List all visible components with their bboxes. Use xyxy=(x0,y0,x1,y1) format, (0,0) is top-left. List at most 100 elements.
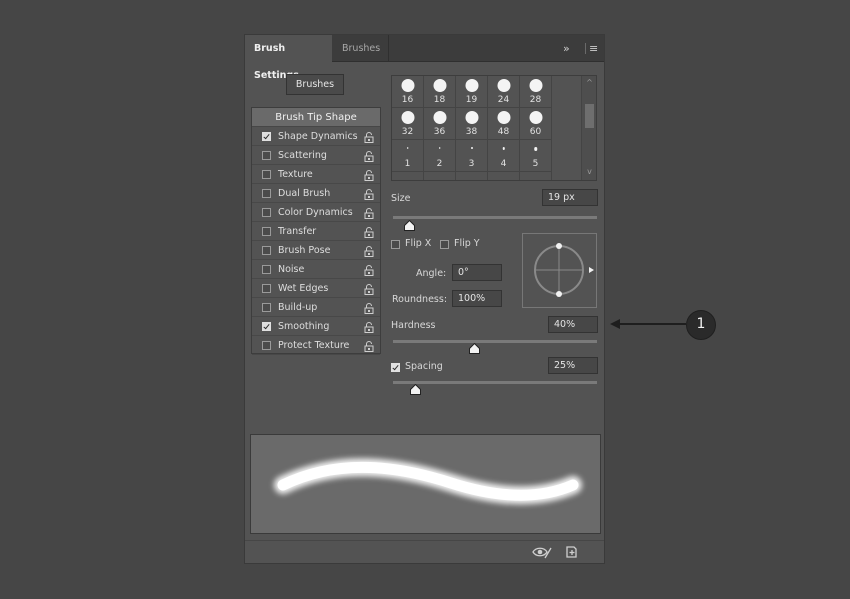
lock-icon[interactable] xyxy=(364,226,374,238)
brush-tip-thumbnail xyxy=(433,79,446,92)
angle-field[interactable]: 0° xyxy=(452,264,502,281)
spacing-label: Spacing xyxy=(405,361,443,372)
brush-preset-38[interactable]: 38 xyxy=(456,108,488,140)
option-scattering[interactable]: Scattering xyxy=(252,146,380,165)
brush-preset-4[interactable]: 4 xyxy=(488,140,520,172)
spacing-field[interactable]: 25% xyxy=(548,357,598,374)
noise-checkbox[interactable] xyxy=(262,265,271,274)
option-wet-edges[interactable]: Wet Edges xyxy=(252,279,380,298)
lock-icon[interactable] xyxy=(364,150,374,162)
size-field[interactable]: 19 px xyxy=(542,189,598,206)
brush-preset-60[interactable]: 60 xyxy=(520,108,552,140)
brush-tip-thumbnail xyxy=(470,147,473,149)
protect-texture-checkbox[interactable] xyxy=(262,341,271,350)
option-build-up[interactable]: Build-up xyxy=(252,298,380,317)
brush-preset-24[interactable]: 24 xyxy=(488,76,520,108)
brush-options-list: Brush Tip Shape Shape Dynamics Scattering T… xyxy=(251,107,381,355)
brush-preset-grid: 5 4 3 2 1 60 48 38 36 32 28 24 19 18 16 ^ v xyxy=(391,75,597,181)
brush-preset-36[interactable]: 36 xyxy=(424,108,456,140)
spacing-checkbox[interactable] xyxy=(391,363,400,372)
smoothing-checkbox[interactable] xyxy=(262,322,271,331)
lock-icon[interactable] xyxy=(364,283,374,295)
shape-dynamics-checkbox[interactable] xyxy=(262,132,271,141)
option-label: Dual Brush xyxy=(278,188,331,199)
hardness-field[interactable]: 40% xyxy=(548,316,598,333)
hardness-slider-track[interactable] xyxy=(393,340,597,343)
brush-preset-32[interactable]: 32 xyxy=(392,108,424,140)
preset-scrollbar[interactable]: ^ v xyxy=(581,76,596,180)
lock-icon[interactable] xyxy=(364,245,374,257)
brush-preset-partial[interactable] xyxy=(520,172,552,180)
dual-brush-checkbox[interactable] xyxy=(262,189,271,198)
hardness-slider-knob[interactable] xyxy=(469,343,481,354)
brush-preset-28[interactable]: 28 xyxy=(520,76,552,108)
lock-icon[interactable] xyxy=(364,207,374,219)
spacing-slider-track[interactable] xyxy=(393,381,597,384)
brush-size-label: 38 xyxy=(465,127,478,137)
option-dual-brush[interactable]: Dual Brush xyxy=(252,184,380,203)
tab-brush-settings[interactable]: Brush Settings xyxy=(245,35,332,81)
create-new-brush-icon[interactable] xyxy=(565,545,578,559)
tab-brushes[interactable]: Brushes xyxy=(333,35,389,62)
lock-icon[interactable] xyxy=(364,131,374,143)
size-slider-knob[interactable] xyxy=(403,220,415,231)
option-shape-dynamics[interactable]: Shape Dynamics xyxy=(252,127,380,146)
option-transfer[interactable]: Transfer xyxy=(252,222,380,241)
toggle-live-tip-preview-icon[interactable] xyxy=(532,545,552,559)
brush-preset-48[interactable]: 48 xyxy=(488,108,520,140)
option-smoothing[interactable]: Smoothing xyxy=(252,317,380,336)
brush-size-label: 28 xyxy=(529,95,542,105)
brushes-button[interactable]: Brushes xyxy=(286,74,344,95)
brush-preset-16[interactable]: 16 xyxy=(392,76,424,108)
option-brush-pose[interactable]: Brush Pose xyxy=(252,241,380,260)
brush-size-label: 16 xyxy=(401,95,414,105)
size-slider-track[interactable] xyxy=(393,216,597,219)
brush-preset-18[interactable]: 18 xyxy=(424,76,456,108)
callout-number-badge: 1 xyxy=(686,310,716,340)
scroll-thumb[interactable] xyxy=(585,104,594,128)
brush-pose-checkbox[interactable] xyxy=(262,246,271,255)
wet-edges-checkbox[interactable] xyxy=(262,284,271,293)
option-label: Noise xyxy=(278,264,305,275)
color-dynamics-checkbox[interactable] xyxy=(262,208,271,217)
flip-x-checkbox[interactable] xyxy=(391,240,400,249)
scattering-checkbox[interactable] xyxy=(262,151,271,160)
option-noise[interactable]: Noise xyxy=(252,260,380,279)
collapse-panel-icon[interactable]: » xyxy=(563,35,570,62)
brush-preset-partial[interactable] xyxy=(424,172,456,180)
angle-roundness-widget[interactable] xyxy=(522,233,597,308)
roundness-field[interactable]: 100% xyxy=(452,290,502,307)
option-color-dynamics[interactable]: Color Dynamics xyxy=(252,203,380,222)
brush-preset-5[interactable]: 5 xyxy=(520,140,552,172)
lock-icon[interactable] xyxy=(364,302,374,314)
brush-preset-partial[interactable] xyxy=(392,172,424,180)
option-label: Brush Pose xyxy=(278,245,331,256)
panel-menu-icon[interactable]: ≡ xyxy=(589,35,598,62)
brush-preset-2[interactable]: 2 xyxy=(424,140,456,172)
brush-preset-partial[interactable] xyxy=(488,172,520,180)
brush-size-label: 18 xyxy=(433,95,446,105)
brush-preset-1[interactable]: 1 xyxy=(392,140,424,172)
scroll-down-icon[interactable]: v xyxy=(585,168,594,176)
brush-preset-19[interactable]: 19 xyxy=(456,76,488,108)
option-brush-tip-shape[interactable]: Brush Tip Shape xyxy=(252,108,380,127)
option-protect-texture[interactable]: Protect Texture xyxy=(252,336,380,355)
lock-icon[interactable] xyxy=(364,264,374,276)
flip-y-checkbox[interactable] xyxy=(440,240,449,249)
option-texture[interactable]: Texture xyxy=(252,165,380,184)
texture-checkbox[interactable] xyxy=(262,170,271,179)
build-up-checkbox[interactable] xyxy=(262,303,271,312)
brush-preset-partial[interactable] xyxy=(456,172,488,180)
brush-size-label: 5 xyxy=(532,159,539,169)
brush-preset-3[interactable]: 3 xyxy=(456,140,488,172)
option-label: Transfer xyxy=(278,226,317,237)
lock-icon[interactable] xyxy=(364,321,374,333)
spacing-slider-knob[interactable] xyxy=(409,384,421,395)
lock-icon[interactable] xyxy=(364,169,374,181)
brush-tip-thumbnail xyxy=(401,79,414,92)
scroll-up-icon[interactable]: ^ xyxy=(585,79,594,87)
lock-icon[interactable] xyxy=(364,340,374,352)
lock-icon[interactable] xyxy=(364,188,374,200)
panel-tab-bar: Brush Settings Brushes » ≡ xyxy=(245,35,604,81)
transfer-checkbox[interactable] xyxy=(262,227,271,236)
